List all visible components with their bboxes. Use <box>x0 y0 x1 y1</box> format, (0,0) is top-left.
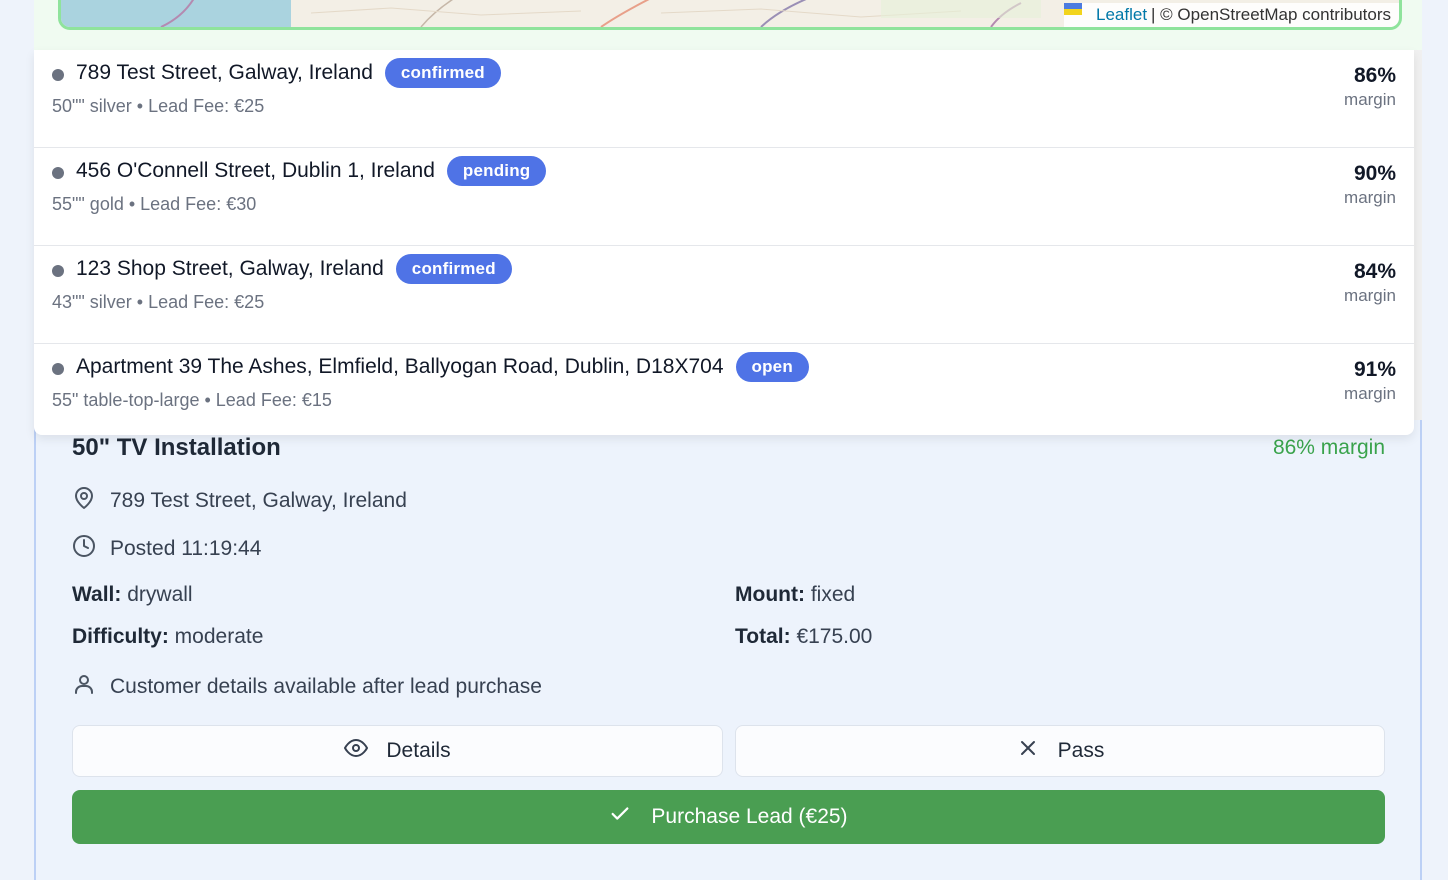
margin-percent: 86% <box>1353 64 1396 87</box>
lead-list-item[interactable]: 456 O'Connell Street, Dublin 1, Ireland … <box>34 148 1414 246</box>
status-badge: confirmed <box>395 254 512 284</box>
posted-row: Posted 11:19:44 <box>72 534 261 564</box>
job-margin: 86% margin <box>1272 436 1385 459</box>
status-badge: pending <box>446 156 547 186</box>
purchase-lead-button[interactable]: Purchase Lead (€25) <box>72 790 1385 844</box>
lead-address: Apartment 39 The Ashes, Elmfield, Ballyo… <box>76 355 724 378</box>
lead-list-item[interactable]: 789 Test Street, Galway, Ireland confirm… <box>34 50 1414 148</box>
difficulty-spec: Difficulty: moderate <box>72 625 263 649</box>
wall-label: Wall: <box>72 583 122 606</box>
total-label: Total: <box>735 625 791 648</box>
margin-percent: 84% <box>1353 260 1396 283</box>
address-row: 789 Test Street, Galway, Ireland <box>72 486 407 516</box>
total-value: €175.00 <box>796 625 873 648</box>
close-icon <box>1016 736 1040 766</box>
status-badge: confirmed <box>384 58 501 88</box>
leaflet-link[interactable]: Leaflet <box>1096 5 1147 25</box>
mount-label: Mount: <box>735 583 805 606</box>
lead-list-item[interactable]: Apartment 39 The Ashes, Elmfield, Ballyo… <box>34 344 1414 435</box>
status-dot <box>52 69 64 81</box>
details-button[interactable]: Details <box>72 725 723 777</box>
wall-value: drywall <box>127 583 193 606</box>
lead-meta: 50"" silver • Lead Fee: €25 <box>52 96 265 116</box>
customer-row: Customer details available after lead pu… <box>72 672 542 702</box>
ukraine-flag-icon <box>1064 3 1088 21</box>
status-dot <box>52 363 64 375</box>
job-title: 50" TV Installation <box>72 434 281 461</box>
margin-label: margin <box>1344 286 1396 305</box>
purchase-button-label: Purchase Lead (€25) <box>651 805 848 828</box>
lead-meta: 55"" gold • Lead Fee: €30 <box>52 194 257 214</box>
lead-margin: 91% margin <box>1344 358 1396 404</box>
lead-meta: 43"" silver • Lead Fee: €25 <box>52 292 265 312</box>
pass-button[interactable]: Pass <box>735 725 1385 777</box>
check-icon <box>609 803 631 831</box>
lead-margin: 84% margin <box>1344 260 1396 306</box>
lead-margin: 90% margin <box>1344 162 1396 208</box>
job-address: 789 Test Street, Galway, Ireland <box>110 489 407 512</box>
pass-button-label: Pass <box>1057 739 1105 762</box>
total-spec: Total: €175.00 <box>735 625 872 649</box>
posted-time: Posted 11:19:44 <box>110 537 262 560</box>
lead-address: 123 Shop Street, Galway, Ireland <box>76 257 384 280</box>
lead-address: 456 O'Connell Street, Dublin 1, Ireland <box>76 159 435 182</box>
margin-label: margin <box>1344 90 1396 109</box>
map-view[interactable]: Leaflet | © OpenStreetMap contributors <box>58 0 1402 30</box>
lead-list: 789 Test Street, Galway, Ireland confirm… <box>34 50 1414 435</box>
difficulty-value: moderate <box>174 625 264 648</box>
margin-label: margin <box>1344 188 1396 207</box>
customer-note: Customer details available after lead pu… <box>110 675 542 698</box>
status-badge: open <box>735 352 809 382</box>
status-dot <box>52 167 64 179</box>
eye-icon <box>344 736 369 766</box>
margin-percent: 91% <box>1353 358 1396 381</box>
map-pin-icon <box>72 486 96 516</box>
margin-label: margin <box>1344 384 1396 403</box>
map-attribution: Leaflet | © OpenStreetMap contributors <box>1064 3 1399 27</box>
mount-spec: Mount: fixed <box>735 583 855 607</box>
list-scrollbar[interactable] <box>1414 50 1422 435</box>
lead-address: 789 Test Street, Galway, Ireland <box>76 61 373 84</box>
difficulty-label: Difficulty: <box>72 625 169 648</box>
clock-icon <box>72 534 96 564</box>
details-button-label: Details <box>386 739 451 762</box>
user-icon <box>72 672 96 702</box>
lead-margin: 86% margin <box>1344 64 1396 110</box>
margin-percent: 90% <box>1353 162 1396 185</box>
lead-list-item[interactable]: 123 Shop Street, Galway, Ireland confirm… <box>34 246 1414 344</box>
mount-value: fixed <box>810 583 856 606</box>
status-dot <box>52 265 64 277</box>
wall-spec: Wall: drywall <box>72 583 193 607</box>
lead-meta: 55" table-top-large • Lead Fee: €15 <box>52 390 332 410</box>
osm-attribution-text: | © OpenStreetMap contributors <box>1151 5 1391 24</box>
